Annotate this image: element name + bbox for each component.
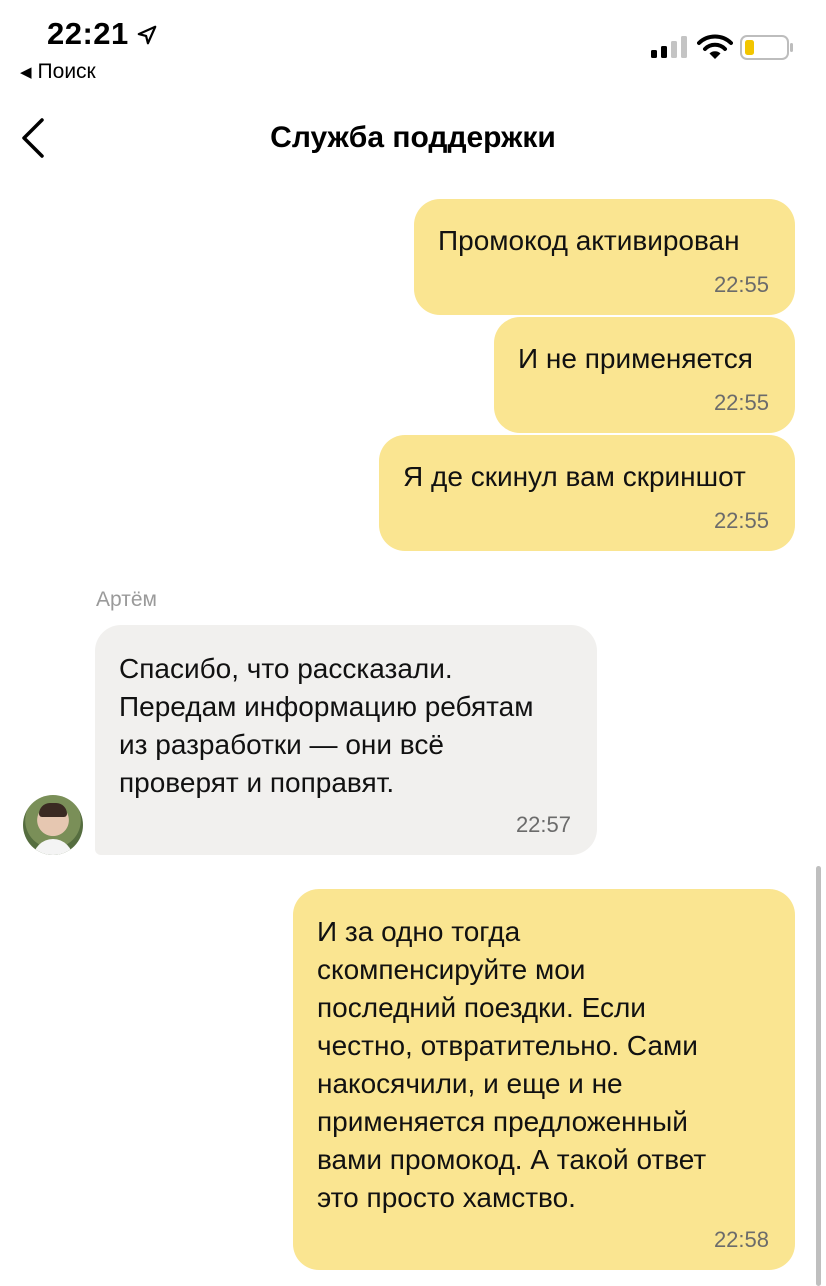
message-line: накосячили, и еще и не [317,1068,623,1099]
battery-low-icon [740,35,793,60]
message-line: Спасибо, что рассказали. [119,653,453,684]
message-line: вами промокод. А такой ответ [317,1144,707,1175]
message-time: 22:55 [713,390,769,415]
page-title: Служба поддержки [270,121,556,154]
incoming-message[interactable]: Спасибо, что рассказали. Передам информа… [95,625,597,855]
message-time: 22:58 [713,1227,769,1252]
message-line: проверят и поправят. [119,767,395,798]
message-text: Промокод активирован [438,225,740,256]
message-author: Артём [96,588,157,611]
message-text: Я де скинул вам скриншот [403,461,746,492]
chat-screen: 22:21 ◀ Поиск Служба поддержки Промокод … [0,0,826,1286]
message-line: скомпенсируйте мои [317,954,586,985]
message-line: Передам информацию ребятам [119,691,534,722]
outgoing-message[interactable]: Промокод активирован 22:55 [414,199,795,315]
back-to-app-label: Поиск [37,60,96,83]
message-line: из разработки — они всё [119,729,444,760]
message-line: честно, отвратительно. Сами [317,1030,698,1061]
outgoing-message[interactable]: И не применяется 22:55 [494,317,795,433]
outgoing-message[interactable]: Я де скинул вам скриншот 22:55 [379,435,795,551]
avatar[interactable] [23,795,83,855]
cellular-signal-icon [651,36,687,58]
message-line: И за одно тогда [317,916,521,947]
message-line: применяется предложенный [317,1106,688,1137]
message-text: И не применяется [518,343,753,374]
message-time: 22:57 [515,812,571,837]
back-triangle-icon: ◀ [20,64,32,81]
back-to-app-link[interactable]: ◀ Поиск [20,60,96,84]
wifi-icon [697,34,733,59]
message-line: последний поездки. Если [317,992,646,1023]
message-line: это просто хамство. [317,1182,576,1213]
message-time: 22:55 [713,508,769,533]
status-time: 22:21 [47,16,129,51]
message-time: 22:55 [713,272,769,297]
scrollbar[interactable] [816,866,821,1286]
outgoing-message[interactable]: И за одно тогда скомпенсируйте мои после… [293,889,795,1270]
location-arrow-icon [137,25,157,45]
